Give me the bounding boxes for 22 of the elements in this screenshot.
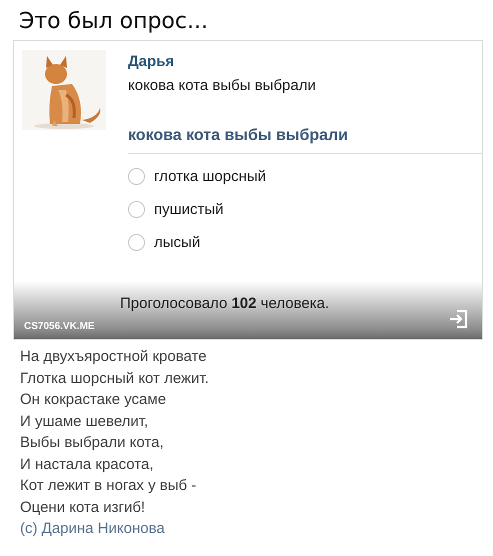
poll-title: кокова кота выбы выбрали: [128, 127, 482, 154]
option-label[interactable]: лысый: [154, 234, 200, 251]
post-heading: Это был опрос...: [18, 8, 209, 36]
poem-line: И настала красота,: [20, 454, 155, 474]
vote-count: Проголосовало 102 человека.: [120, 295, 330, 312]
radio-button[interactable]: [128, 234, 145, 251]
poem-line: Выбы выбрали кота,: [20, 433, 165, 453]
poem-line: Глотка шорсный кот лежит.: [20, 368, 210, 388]
radio-button[interactable]: [128, 201, 145, 218]
poem-line: На двухъяростной кровате: [20, 347, 208, 367]
poem-line: И ушаме шевелит,: [20, 412, 150, 432]
share-icon[interactable]: [448, 309, 468, 329]
poem-credit: (c) Дарина Никонова: [20, 519, 166, 539]
option-label[interactable]: глотка шорсный: [154, 168, 266, 185]
post-text: кокова кота выбы выбрали: [128, 77, 317, 96]
author-name[interactable]: Дарья: [128, 53, 482, 77]
radio-button[interactable]: [128, 168, 145, 185]
option-label[interactable]: пушистый: [154, 201, 224, 218]
poem-line: Он кокрастаке усаме: [20, 390, 168, 410]
poem-line: Кот лежит в ногах у выб -: [20, 476, 198, 496]
poem-line: Оцени кота изгиб!: [20, 498, 146, 518]
image-source: CS7056.VK.ME: [24, 321, 95, 332]
